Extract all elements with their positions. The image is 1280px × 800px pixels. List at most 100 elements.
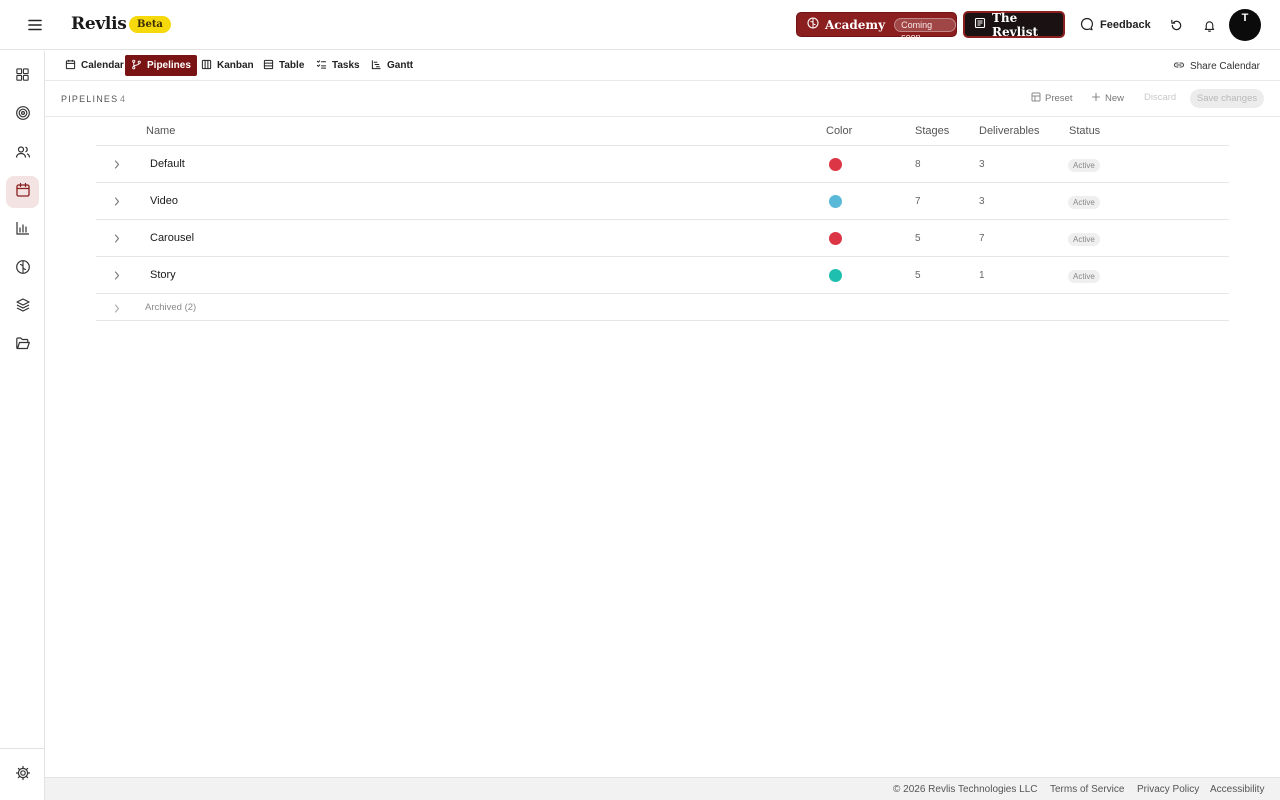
plus-icon — [1091, 92, 1101, 105]
tab-pipelines[interactable]: Pipelines — [125, 55, 197, 76]
layers-icon — [15, 297, 31, 318]
revlist-label: The Revlist — [992, 10, 1038, 39]
status-badge: Active — [1068, 233, 1100, 246]
checklist-icon — [316, 59, 327, 73]
pipeline-name: Video — [150, 195, 178, 207]
users-icon — [15, 144, 31, 165]
gantt-icon — [371, 59, 382, 73]
bar-chart-icon — [15, 220, 31, 241]
sidebar-item-team[interactable] — [6, 138, 39, 170]
pipeline-color-swatch[interactable] — [829, 158, 842, 171]
feedback-label: Feedback — [1100, 19, 1151, 31]
sidebar-item-analytics[interactable] — [6, 214, 39, 246]
kanban-icon — [201, 59, 212, 73]
top-header: Revlis Beta Academy Coming soon The Revl… — [0, 0, 1280, 50]
chevron-right-icon[interactable] — [112, 196, 122, 206]
table-row[interactable]: Carousel 5 7 Active — [96, 220, 1229, 257]
refresh-icon[interactable] — [1166, 15, 1186, 35]
branch-icon — [131, 59, 142, 73]
sidebar-bottom — [0, 748, 44, 800]
tab-tasks[interactable]: Tasks — [310, 55, 366, 76]
preset-label: Preset — [1045, 93, 1073, 104]
pipeline-name: Carousel — [150, 232, 195, 244]
feedback-button[interactable]: Feedback — [1080, 16, 1151, 34]
terms-link[interactable]: Terms of Service — [1050, 784, 1124, 795]
share-label: Share Calendar — [1189, 61, 1260, 72]
user-avatar[interactable]: T — [1229, 9, 1261, 41]
sidebar-item-ai[interactable] — [6, 253, 39, 285]
table-row[interactable]: Video 7 3 Active — [96, 183, 1229, 220]
chat-bubble-icon — [1080, 17, 1094, 34]
settings-icon — [15, 765, 31, 786]
chevron-right-icon[interactable] — [112, 303, 122, 313]
pipeline-color-swatch[interactable] — [829, 195, 842, 208]
table-row[interactable]: Story 5 1 Active — [96, 257, 1229, 294]
newspaper-icon — [974, 16, 986, 34]
link-icon — [1173, 59, 1185, 74]
sidebar-item-calendar[interactable] — [6, 176, 39, 208]
pipelines-count: 4 — [120, 94, 126, 104]
sidebar-item-files[interactable] — [6, 329, 39, 361]
table-header: Name Color Stages Deliverables Status — [96, 117, 1229, 146]
accessibility-link[interactable]: Accessibility — [1210, 784, 1264, 795]
pipelines-toolbar: PIPELINES 4 Preset New Discard Save chan… — [45, 81, 1280, 117]
new-label: New — [1105, 93, 1125, 104]
sidebar-item-goals[interactable] — [6, 99, 39, 131]
target-icon — [15, 105, 31, 126]
preset-icon — [1031, 92, 1041, 105]
archived-row[interactable]: Archived (2) — [96, 294, 1229, 321]
pipeline-stages: 7 — [915, 196, 921, 207]
pipeline-deliverables: 7 — [979, 233, 985, 244]
beta-badge: Beta — [129, 16, 171, 33]
privacy-link[interactable]: Privacy Policy — [1137, 784, 1199, 795]
pipeline-deliverables: 3 — [979, 196, 985, 207]
preset-button[interactable]: Preset — [1031, 92, 1072, 105]
tab-label: Calendar — [81, 60, 124, 71]
discard-button[interactable]: Discard — [1144, 92, 1176, 103]
tab-label: Table — [279, 60, 305, 71]
tab-label: Gantt — [387, 60, 414, 71]
status-badge: Active — [1068, 196, 1100, 209]
academy-button[interactable]: Academy Coming soon — [796, 12, 957, 42]
folder-icon — [15, 335, 31, 356]
calendar-icon — [15, 182, 31, 203]
status-badge: Active — [1068, 159, 1100, 172]
column-header-status: Status — [1069, 125, 1101, 137]
view-tabs: Calendar Pipelines Kanban Table Tasks Ga… — [45, 51, 1280, 81]
tab-calendar[interactable]: Calendar — [59, 55, 130, 76]
tab-label: Pipelines — [147, 60, 191, 71]
pipeline-deliverables: 3 — [979, 159, 985, 170]
coming-soon-badge: Coming soon — [894, 17, 956, 42]
column-header-color: Color — [826, 125, 853, 137]
tab-gantt[interactable]: Gantt — [365, 55, 419, 76]
menu-icon[interactable] — [24, 14, 46, 36]
table-icon — [263, 59, 274, 73]
pipeline-name: Story — [150, 269, 176, 281]
table-row[interactable]: Default 8 3 Active — [96, 146, 1229, 183]
pipeline-name: Default — [150, 158, 185, 170]
left-sidebar — [0, 51, 45, 800]
share-calendar-button[interactable]: Share Calendar — [1173, 59, 1260, 74]
sidebar-item-layers[interactable] — [6, 291, 39, 323]
academy-label: Academy — [825, 17, 886, 32]
new-pipeline-button[interactable]: New — [1091, 92, 1124, 105]
pipeline-stages: 5 — [915, 270, 921, 281]
pipeline-stages: 8 — [915, 159, 921, 170]
tab-kanban[interactable]: Kanban — [195, 55, 260, 76]
chevron-right-icon[interactable] — [112, 159, 122, 169]
bell-icon[interactable] — [1199, 15, 1219, 35]
column-header-deliverables: Deliverables — [979, 125, 1040, 137]
pipeline-color-swatch[interactable] — [829, 232, 842, 245]
sidebar-item-dashboard[interactable] — [6, 61, 39, 93]
chevron-right-icon[interactable] — [112, 233, 122, 243]
chevron-right-icon[interactable] — [112, 270, 122, 280]
revlist-button[interactable]: The Revlist — [963, 10, 1065, 39]
sidebar-item-settings[interactable] — [6, 759, 39, 791]
brand-logo[interactable]: Revlis — [71, 14, 127, 34]
tab-label: Kanban — [217, 60, 254, 71]
pipelines-table: Name Color Stages Deliverables Status De… — [96, 117, 1229, 321]
tab-table[interactable]: Table — [257, 55, 310, 76]
archived-label: Archived (2) — [145, 302, 197, 313]
save-changes-button[interactable]: Save changes — [1190, 89, 1264, 108]
pipeline-color-swatch[interactable] — [829, 269, 842, 282]
